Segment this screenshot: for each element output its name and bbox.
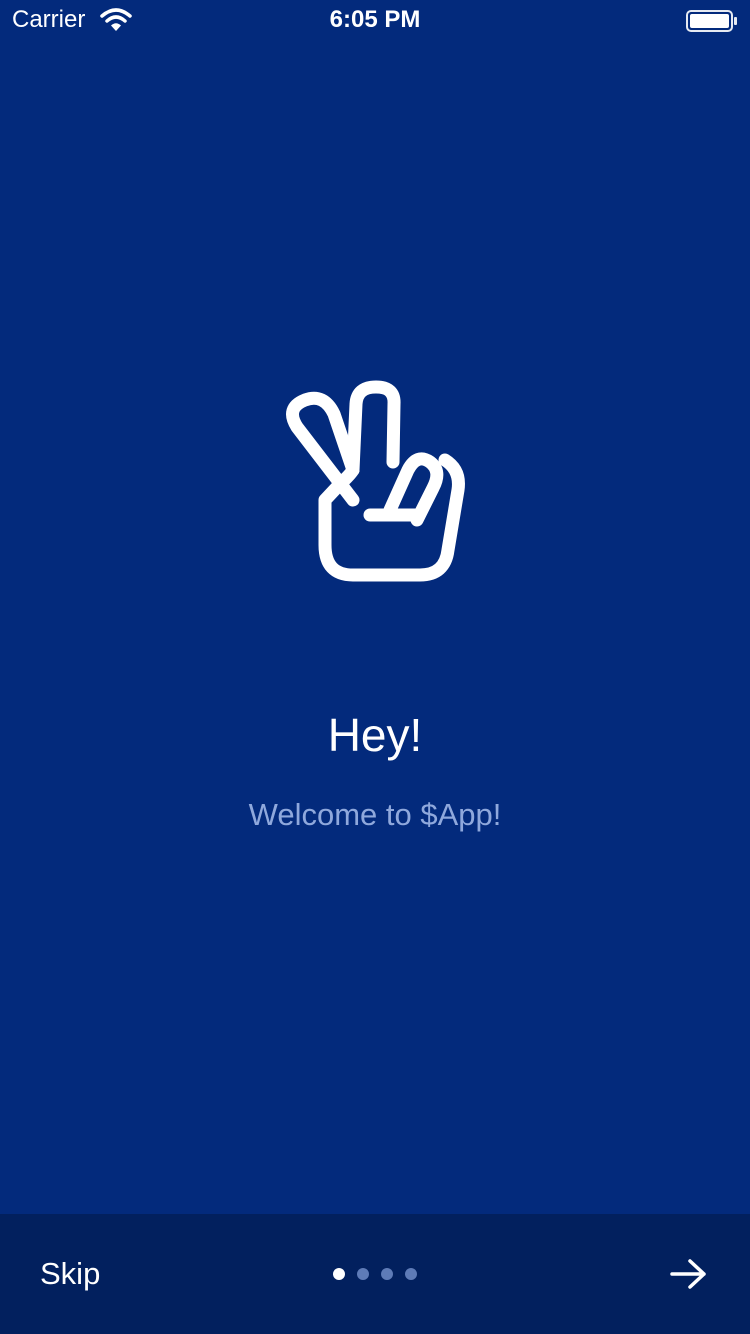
status-time: 6:05 PM (329, 6, 421, 33)
page-indicator[interactable] (333, 1268, 417, 1280)
page-dot-2[interactable] (357, 1268, 369, 1280)
battery-icon (686, 10, 737, 32)
onboarding-title: Hey! (327, 709, 423, 761)
arrow-right-icon[interactable] (668, 1258, 710, 1290)
bottom-bar: Skip (0, 1214, 750, 1334)
page-dot-4[interactable] (405, 1268, 417, 1280)
page-dot-3[interactable] (381, 1268, 393, 1280)
onboarding-subtitle: Welcome to $App! (248, 797, 502, 832)
victory-hand-icon (286, 380, 465, 582)
status-bar: Carrier 6:05 PM (0, 0, 750, 40)
skip-button[interactable]: Skip (40, 1254, 100, 1294)
page-dot-1[interactable] (333, 1268, 345, 1280)
